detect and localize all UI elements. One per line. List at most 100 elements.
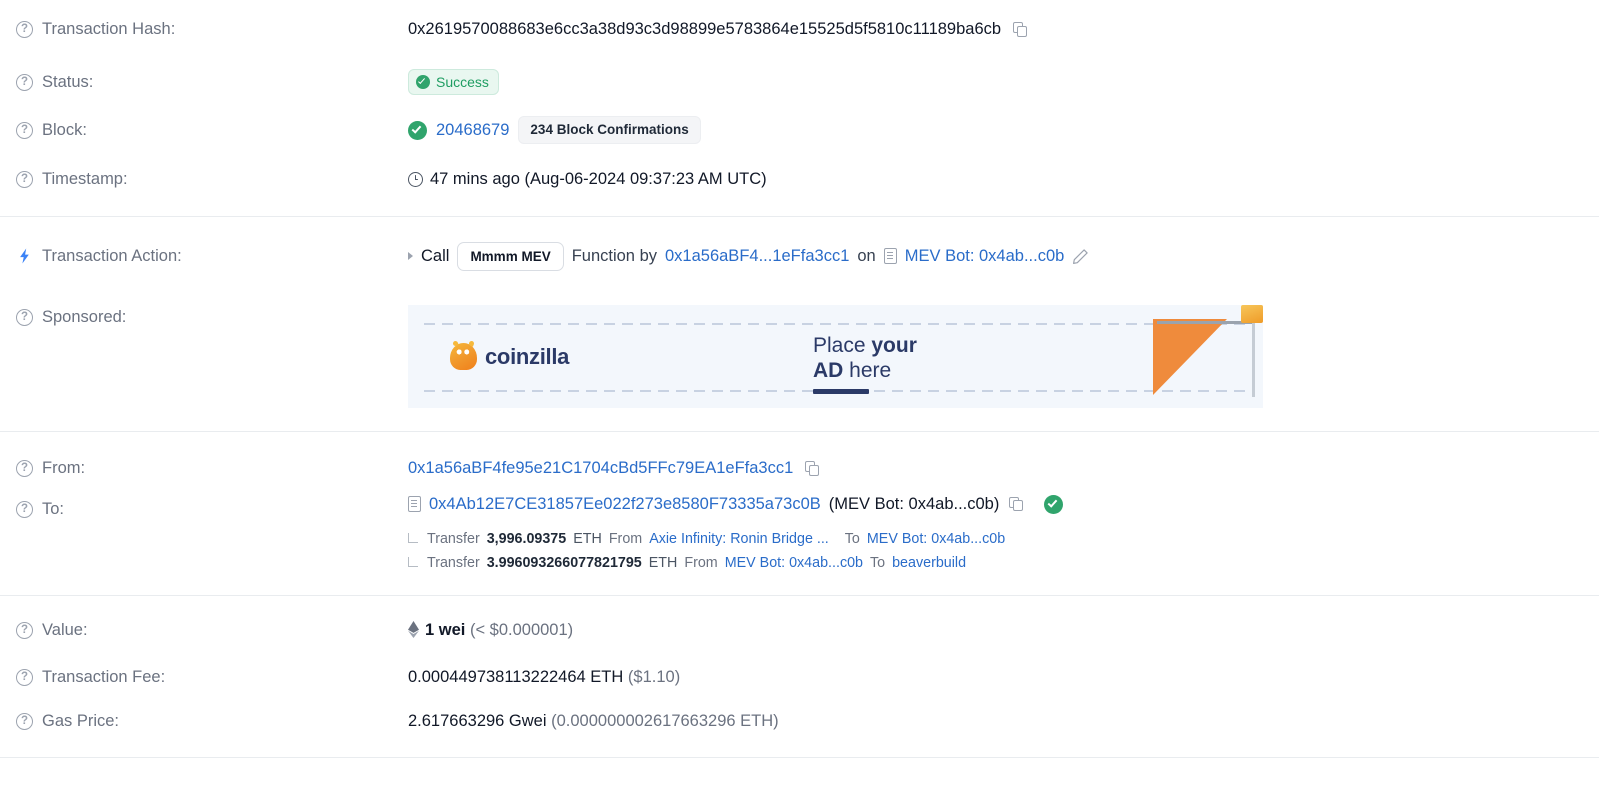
value-eth-amount: 1 wei [425,621,466,639]
transfer-row: Transfer 3.996093266077821795 ETH From M… [408,554,1583,572]
ethereum-diamond-icon [408,621,419,638]
transfer-from-link[interactable]: MEV Bot: 0x4ab...c0b [725,554,863,572]
block-confirmed-icon [408,120,427,140]
action-contract-link[interactable]: MEV Bot: 0x4ab...c0b [905,246,1065,266]
help-icon[interactable]: ? [16,20,33,38]
contract-document-icon [883,248,897,264]
ad-line2-bold: AD [813,359,850,382]
ad-info-badge-icon[interactable] [1241,305,1263,323]
copy-icon[interactable] [1009,496,1024,512]
section-divider [0,431,1599,432]
from-address-link[interactable]: 0x1a56aBF4fe95e21C1704cBd5FFc79EA1eFfa3c… [408,459,793,477]
transfer-amount: 3,996.09375 [486,531,567,547]
value-fiat: (< $0.000001) [469,621,574,639]
transfer-to-link[interactable]: MEV Bot: 0x4ab...c0b [867,530,1005,548]
help-icon[interactable]: ? [16,712,33,730]
verified-contract-icon [1044,494,1064,514]
value-block: 20468679 234 Block Confirmations [408,116,1583,144]
label-transaction-fee: ? Transaction Fee: [16,667,408,687]
block-number-link[interactable]: 20468679 [436,120,509,140]
edit-pencil-icon[interactable] [1072,248,1089,265]
label-transaction-action: Transaction Action: [16,246,408,266]
on-word: on [857,247,876,265]
ad-line1-light: Place [813,334,872,357]
label-text: Transaction Action: [42,247,182,265]
coinzilla-logo: coinzilla [450,343,569,370]
transaction-hash-text: 0x2619570088683e6cc3a38d93c3d98899e57838… [408,20,1002,38]
transaction-details-page: ? Transaction Hash: 0x2619570088683e6cc3… [0,0,1599,802]
ad-copy-text: Place your AD here [813,333,917,394]
help-icon[interactable]: ? [16,459,33,477]
label-sponsored: ? Sponsored: [16,305,408,327]
help-icon[interactable]: ? [16,621,33,639]
help-icon[interactable]: ? [16,668,33,686]
help-icon[interactable]: ? [16,73,33,91]
label-text: Sponsored: [42,308,127,326]
transfer-word: Transfer [427,555,480,571]
copy-icon[interactable] [1012,22,1028,37]
help-icon[interactable]: ? [16,121,33,139]
row-transaction-action: Transaction Action: Call Mmmm MEV Functi… [0,217,1599,295]
transfer-unit: ETH [573,531,602,547]
value-status: Success [408,69,1583,95]
transfer-unit: ETH [648,555,678,571]
clock-icon [408,171,423,187]
check-circle-icon [416,75,430,89]
action-from-address-link[interactable]: 0x1a56aBF4...1eFfa3cc1 [665,246,849,266]
gas-price-gwei: 2.617663296 Gwei [408,712,547,730]
label-text: Status: [42,73,94,91]
label-status: ? Status: [16,72,408,92]
ad-line1-bold: your [871,334,917,357]
transfer-from-word: From [608,531,643,547]
transfer-from-word: From [684,555,718,571]
coinzilla-mascot-icon [450,343,477,370]
to-address-line: 0x4Ab12E7CE31857Ee022f273e8580F73335a73c… [408,494,1583,514]
expand-caret-icon[interactable] [408,252,413,260]
label-timestamp: ? Timestamp: [16,169,408,189]
ad-vertical-rule-graphic [1252,321,1255,397]
coinzilla-wordmark: coinzilla [485,343,570,369]
tree-branch-icon [408,533,418,543]
label-text: Value: [42,621,88,639]
status-badge-label: Success [436,74,489,90]
transfer-to-word: To [844,531,860,547]
row-gas-price: ? Gas Price: 2.617663296 Gwei (0.0000000… [0,699,1599,743]
copy-icon[interactable] [804,461,820,476]
row-value: ? Value: 1 wei (< $0.000001) [0,605,1599,655]
label-text: Block: [42,121,87,139]
ad-line2-light: here [849,359,892,382]
row-sponsored: ? Sponsored: coinzilla Place your AD her… [0,295,1599,413]
transfer-from-link[interactable]: Axie Infinity: Ronin Bridge ... [649,530,829,548]
to-address-link[interactable]: 0x4Ab12E7CE31857Ee022f273e8580F73335a73c… [429,494,821,514]
sponsored-ad-banner[interactable]: coinzilla Place your AD here [408,305,1263,408]
value-sponsored: coinzilla Place your AD here [408,305,1583,408]
label-text: Transaction Hash: [42,20,176,38]
section-divider [0,757,1599,758]
status-badge: Success [408,69,499,95]
label-to: ? To: [16,494,408,524]
value-gas-price: 2.617663296 Gwei (0.000000002617663296 E… [408,711,1583,731]
lightning-bolt-icon [16,248,33,265]
value-from: 0x1a56aBF4fe95e21C1704cBd5FFc79EA1eFfa3c… [408,458,1583,478]
help-icon[interactable]: ? [16,308,33,326]
value-transaction-fee: 0.000449738113222464 ETH ($1.10) [408,667,1583,687]
transfer-to-word: To [870,555,886,571]
value-to: 0x4Ab12E7CE31857Ee022f273e8580F73335a73c… [408,494,1583,572]
tree-branch-icon [408,557,418,567]
label-text: Timestamp: [42,170,128,188]
value-timestamp: 47 mins ago (Aug-06-2024 09:37:23 AM UTC… [408,169,1583,189]
help-icon[interactable]: ? [16,500,33,518]
transfer-word: Transfer [427,531,480,547]
method-chip: Mmmm MEV [457,241,564,271]
transfer-to-link[interactable]: beaverbuild [892,554,966,572]
label-text: Gas Price: [42,712,120,730]
row-transaction-fee: ? Transaction Fee: 0.000449738113222464 … [0,655,1599,699]
block-confirmations-badge: 234 Block Confirmations [518,116,701,144]
help-icon[interactable]: ? [16,170,33,188]
ad-dashed-line-top [424,323,1247,325]
row-to: ? To: 0x4Ab12E7CE31857Ee022f273e8580F733… [0,494,1599,572]
row-timestamp: ? Timestamp: 47 mins ago (Aug-06-2024 09… [0,154,1599,204]
gas-price-eth: (0.000000002617663296 ETH) [551,712,779,730]
fee-fiat: ($1.10) [627,668,681,686]
timestamp-text: 47 mins ago (Aug-06-2024 09:37:23 AM UTC… [430,170,767,188]
